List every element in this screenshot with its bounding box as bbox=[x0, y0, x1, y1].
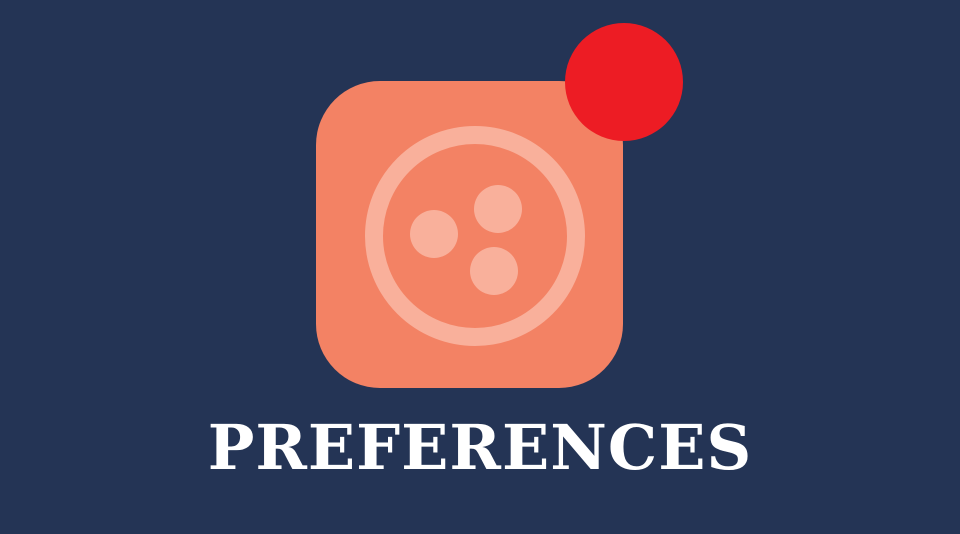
preferences-app-icon[interactable] bbox=[316, 81, 623, 388]
app-title: PREFERENCES bbox=[207, 411, 753, 484]
notification-badge bbox=[565, 23, 683, 141]
three-dots-circle-icon bbox=[365, 126, 585, 346]
